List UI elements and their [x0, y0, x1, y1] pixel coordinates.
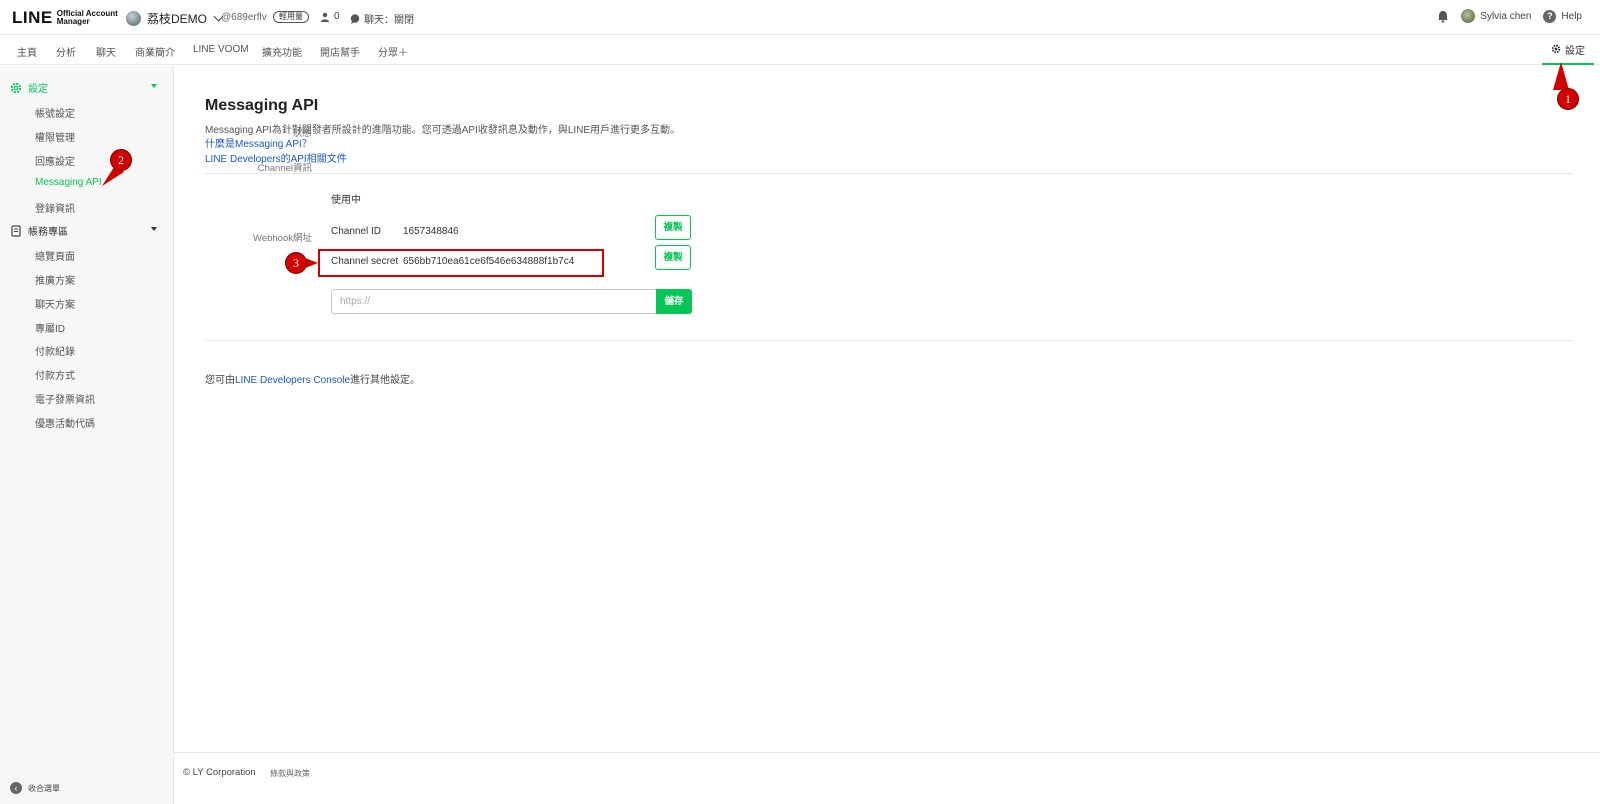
- annotation-callout-1: 1: [1557, 88, 1579, 110]
- annotation-arrows: [102, 62, 1569, 270]
- annotation-callout-2: 2: [110, 149, 132, 171]
- channel-secret-highlight: [318, 249, 604, 277]
- annotation-callout-3: 3: [285, 252, 307, 274]
